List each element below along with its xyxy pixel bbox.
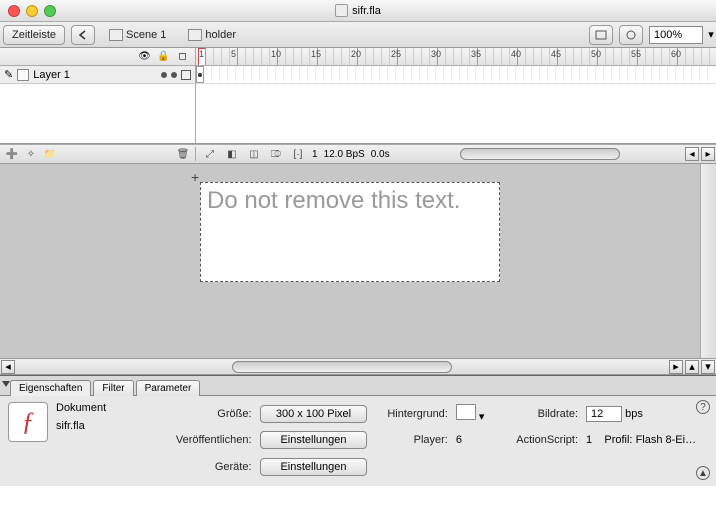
properties-panel: Eigenschaften Filter Parameter ƒ Dokumen… (0, 375, 716, 486)
actionscript-value: 1 (586, 434, 592, 446)
scene-label: Scene 1 (126, 29, 166, 41)
lock-icon[interactable]: 🔒 (157, 50, 170, 63)
profile-value: Flash 8-Ei… (636, 434, 697, 446)
layer-name[interactable]: Layer 1 (33, 69, 145, 81)
fps-value: 12.0 BpS (324, 149, 365, 160)
frames-grid[interactable] (196, 66, 716, 143)
outline-icon[interactable]: ◻ (176, 50, 189, 63)
layer-row[interactable]: ✎ Layer 1 (0, 66, 195, 84)
tab-parameters[interactable]: Parameter (136, 380, 201, 396)
add-layer-button[interactable]: ➕ (4, 147, 20, 161)
player-label: Player: (375, 434, 447, 446)
size-label: Größe: (164, 408, 252, 420)
zoom-input[interactable] (649, 26, 703, 44)
scroll-right-button[interactable]: ▸ (701, 147, 715, 161)
time-value: 0.0s (371, 149, 390, 160)
add-folder-button[interactable]: 📁 (42, 147, 58, 161)
timeline-scrollbar[interactable] (460, 148, 620, 160)
properties-tabs: Eigenschaften Filter Parameter (0, 376, 716, 396)
edit-multiple-icon[interactable]: ⎄ (268, 147, 284, 161)
eye-icon[interactable]: 👁 (138, 50, 151, 63)
tab-properties[interactable]: Eigenschaften (10, 380, 91, 396)
onion-markers-icon[interactable]: [·] (290, 147, 306, 161)
edit-scene-button[interactable] (589, 25, 613, 45)
publish-label: Veröffentlichen: (164, 434, 252, 446)
onion-skin-icon[interactable]: ◧ (224, 147, 240, 161)
background-color-well[interactable] (456, 404, 476, 420)
panel-collapse-icon[interactable] (2, 381, 10, 387)
framerate-label: Bildrate: (504, 408, 578, 420)
delete-layer-button[interactable]: 🗑 (175, 147, 191, 161)
stage-scroll-up-button[interactable]: ▴ (685, 360, 699, 374)
document-toolbar: Zeitleiste Scene 1 holder ▾ (0, 22, 716, 48)
timeline-footer: ➕ ✧ 📁 🗑 ⤢ ◧ ◫ ⎄ [·] 1 12.0 BpS 0.0s ◂ ▸ (0, 144, 716, 164)
onion-outline-icon[interactable]: ◫ (246, 147, 262, 161)
expand-panel-icon[interactable]: ▲ (696, 466, 710, 480)
close-window-button[interactable] (8, 5, 20, 17)
stage-vertical-scrollbar[interactable] (700, 164, 716, 358)
window-controls (8, 5, 56, 17)
scroll-left-button[interactable]: ◂ (685, 147, 699, 161)
flash-icon: ƒ (8, 402, 48, 442)
stage-scroll-left-button[interactable]: ◂ (1, 360, 15, 374)
size-button[interactable]: 300 x 100 Pixel (260, 405, 368, 423)
player-value: 6 (456, 434, 496, 446)
current-frame-value: 1 (312, 149, 318, 160)
devices-label: Geräte: (164, 461, 252, 473)
background-label: Hintergrund: (375, 408, 447, 420)
layer-type-icon (17, 69, 29, 81)
layer-lock-dot[interactable] (171, 72, 177, 78)
layer-outline-box[interactable] (181, 70, 191, 80)
stage-horizontal-scrollbar[interactable] (232, 361, 452, 373)
document-type-label: Dokument (56, 402, 156, 414)
symbol-label: holder (205, 29, 236, 41)
framerate-unit: bps (625, 408, 643, 420)
zoom-window-button[interactable] (44, 5, 56, 17)
window-title: sifr.fla (352, 5, 381, 17)
timeline-toggle-button[interactable]: Zeitleiste (3, 25, 65, 45)
back-button[interactable] (71, 25, 95, 45)
layer-visible-dot[interactable] (161, 72, 167, 78)
document-icon (335, 4, 348, 17)
timeline-layers: ✎ Layer 1 (0, 66, 716, 144)
stage-hscroll-row: ◂ ▸ ▴ ▾ (0, 359, 716, 375)
symbol-icon (188, 29, 202, 41)
add-guide-layer-button[interactable]: ✧ (23, 147, 39, 161)
scene-icon (109, 29, 123, 41)
publish-settings-button[interactable]: Einstellungen (260, 431, 368, 449)
pencil-icon: ✎ (4, 68, 13, 81)
timeline-ruler[interactable]: 151015202530354045505560 (196, 48, 716, 65)
document-filename: sifr.fla (56, 420, 156, 432)
edit-symbol-button[interactable] (619, 25, 643, 45)
text-content: Do not remove this text. (207, 187, 493, 215)
symbol-breadcrumb[interactable]: holder (180, 25, 244, 45)
stage[interactable]: Do not remove this text. (0, 164, 716, 359)
minimize-window-button[interactable] (26, 5, 38, 17)
tab-filters[interactable]: Filter (93, 380, 133, 396)
stage-scroll-down-button[interactable]: ▾ (701, 360, 715, 374)
stage-scroll-right-button[interactable]: ▸ (669, 360, 683, 374)
timeline-header: 👁 🔒 ◻ 151015202530354045505560 (0, 48, 716, 66)
framerate-input[interactable] (586, 406, 622, 422)
devices-settings-button[interactable]: Einstellungen (260, 458, 368, 476)
actionscript-label: ActionScript: (504, 434, 578, 446)
scene-breadcrumb[interactable]: Scene 1 (101, 25, 174, 45)
profile-label: Profil: (604, 434, 632, 446)
center-frame-icon[interactable]: ⤢ (202, 147, 218, 161)
window-titlebar: sifr.fla (0, 0, 716, 22)
help-icon[interactable]: ? (696, 400, 710, 414)
text-field-object[interactable]: Do not remove this text. (200, 182, 500, 282)
zoom-menu-button[interactable]: ▾ (706, 26, 716, 44)
